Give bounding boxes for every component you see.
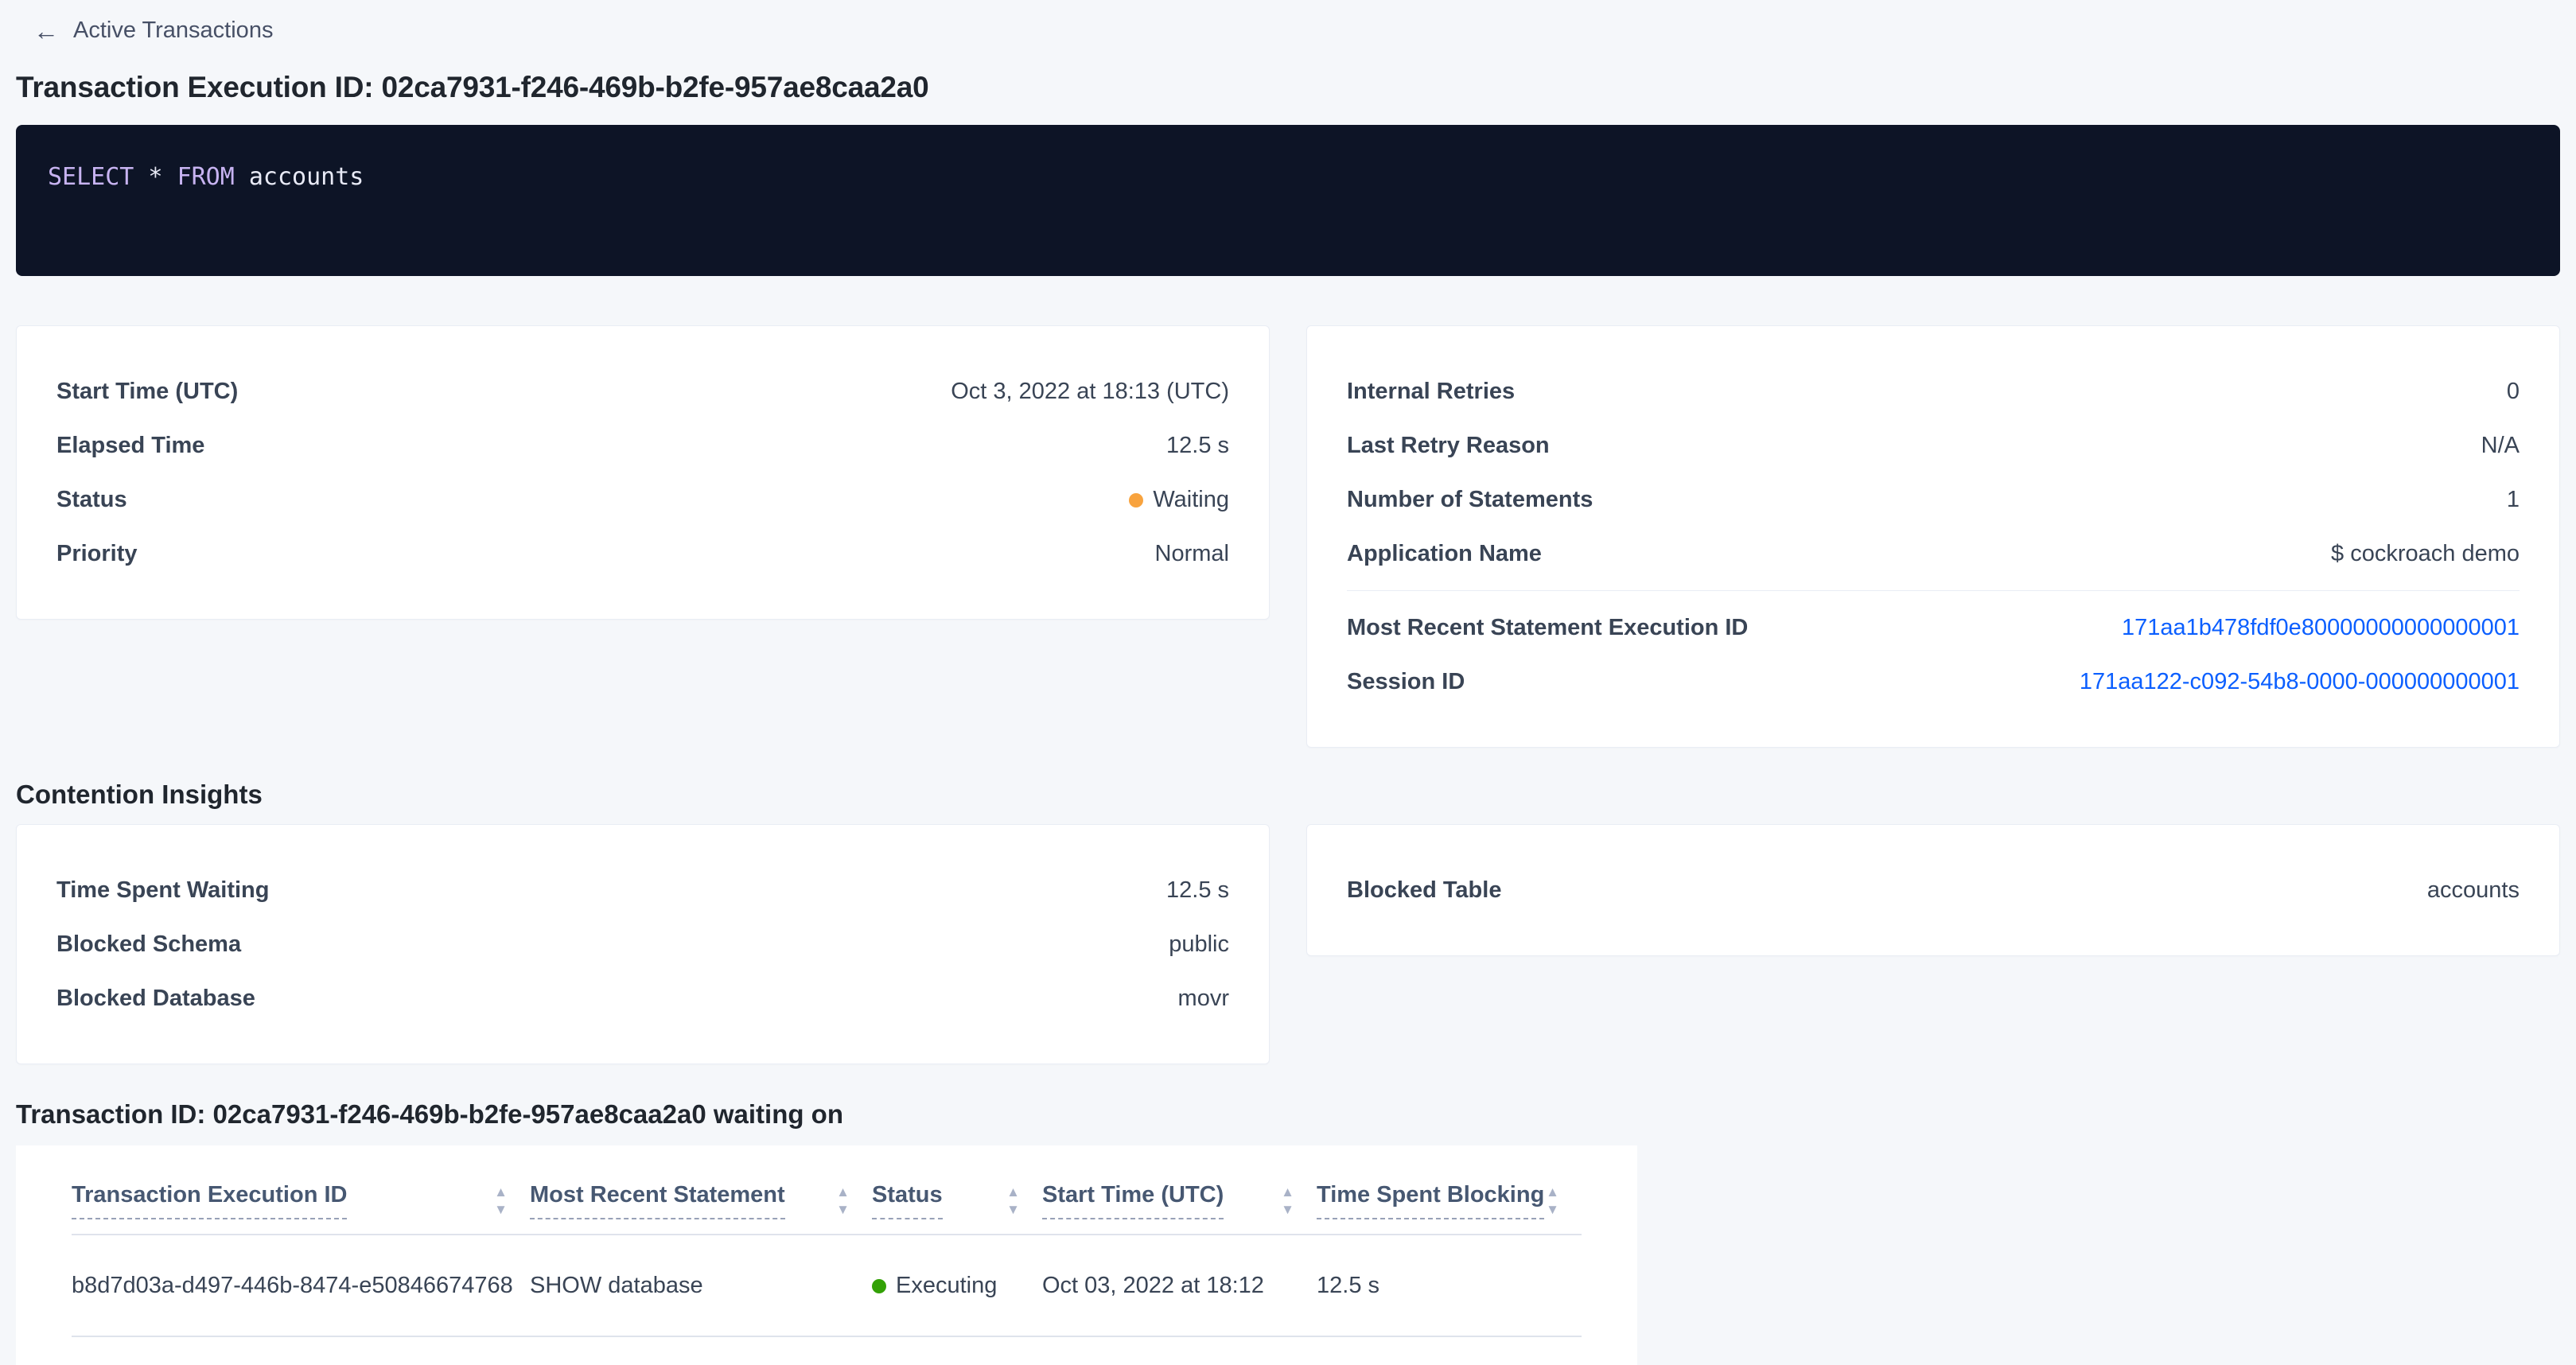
waiting-on-table: Transaction Execution ID ▲▼ Most Recent … [72,1145,1582,1337]
last-retry-reason-row: Last Retry Reason N/A [1347,418,2520,472]
blocked-database-row: Blocked Database movr [56,971,1229,1025]
sort-desc-icon: ▼ [836,1203,850,1216]
transaction-summary-card: Start Time (UTC) Oct 3, 2022 at 18:13 (U… [16,325,1270,620]
sql-table-name: accounts [235,163,364,191]
contention-insights-heading: Contention Insights [16,780,2560,810]
card-divider [1347,590,2520,591]
sort-asc-icon: ▲ [836,1185,850,1199]
internal-retries-label: Internal Retries [1347,379,1515,405]
cell-most-recent-statement: SHOW database [530,1235,872,1336]
elapsed-time-label: Elapsed Time [56,433,204,459]
column-label: Transaction Execution ID [72,1182,347,1219]
blocked-schema-value: public [1169,931,1229,958]
internal-retries-row: Internal Retries 0 [1347,364,2520,418]
internal-retries-value: 0 [2507,379,2520,405]
column-header-most-recent-statement[interactable]: Most Recent Statement ▲▼ [530,1145,872,1235]
sort-arrows[interactable]: ▲▼ [494,1185,508,1216]
column-header-transaction-execution-id[interactable]: Transaction Execution ID ▲▼ [72,1145,530,1235]
session-id-link[interactable]: 171aa122-c092-54b8-0000-000000000001 [2080,669,2520,695]
sql-star: * [134,163,177,191]
cell-transaction-execution-id: b8d7d03a-d497-446b-8474-e50846674768 [72,1235,530,1336]
breadcrumb-back-link[interactable]: ← Active Transactions [33,18,273,44]
row-status-text: Executing [896,1273,997,1298]
number-of-statements-value: 1 [2507,487,2520,513]
sql-statement-box: SELECT * FROM accounts [16,125,2560,276]
last-retry-reason-value: N/A [2481,433,2520,459]
column-header-time-spent-blocking[interactable]: Time Spent Blocking ▲▼ [1317,1145,1582,1235]
executing-status-dot-icon [872,1279,886,1293]
number-of-statements-label: Number of Statements [1347,487,1593,513]
priority-value: Normal [1155,541,1229,567]
sort-desc-icon: ▼ [1281,1203,1294,1216]
waiting-on-table-card: Transaction Execution ID ▲▼ Most Recent … [16,1145,1637,1365]
status-text: Waiting [1153,487,1229,512]
blocked-table-card: Blocked Table accounts [1306,824,2560,956]
blocked-table-value: accounts [2427,877,2520,904]
blocked-table-row: Blocked Table accounts [1347,863,2520,917]
statement-details-card: Internal Retries 0 Last Retry Reason N/A… [1306,325,2560,748]
sort-asc-icon: ▲ [494,1185,508,1199]
statement-execution-id-label: Most Recent Statement Execution ID [1347,615,1748,641]
sort-desc-icon: ▼ [1546,1203,1559,1216]
statement-execution-id-link[interactable]: 171aa1b478fdf0e80000000000000001 [2122,615,2520,641]
session-id-label: Session ID [1347,669,1465,695]
application-name-row: Application Name $ cockroach demo [1347,527,2520,581]
sort-arrows[interactable]: ▲▼ [836,1185,850,1216]
start-time-value: Oct 3, 2022 at 18:13 (UTC) [951,379,1229,405]
sort-desc-icon: ▼ [1006,1203,1020,1216]
active-transaction-details-page: ← Active Transactions Transaction Execut… [0,0,2576,1365]
sort-asc-icon: ▲ [1546,1185,1559,1199]
application-name-label: Application Name [1347,541,1542,567]
sql-keyword-from: FROM [177,163,235,191]
sort-arrows[interactable]: ▲▼ [1281,1185,1294,1216]
table-header-row: Transaction Execution ID ▲▼ Most Recent … [72,1145,1582,1235]
blocked-schema-row: Blocked Schema public [56,917,1229,971]
contention-waiting-card: Time Spent Waiting 12.5 s Blocked Schema… [16,824,1270,1064]
page-title: Transaction Execution ID: 02ca7931-f246-… [16,71,2560,104]
statement-execution-id-row: Most Recent Statement Execution ID 171aa… [1347,601,2520,655]
cell-time-spent-blocking: 12.5 s [1317,1235,1582,1336]
cell-status: Executing [872,1235,1042,1336]
waiting-status-dot-icon [1129,493,1143,508]
column-label: Status [872,1182,943,1219]
back-arrow-icon: ← [33,18,59,44]
priority-row: Priority Normal [56,527,1229,581]
number-of-statements-row: Number of Statements 1 [1347,472,2520,527]
cell-start-time: Oct 03, 2022 at 18:12 [1042,1235,1317,1336]
sort-asc-icon: ▲ [1006,1185,1020,1199]
last-retry-reason-label: Last Retry Reason [1347,433,1550,459]
sql-keyword-select: SELECT [48,163,134,191]
elapsed-time-value: 12.5 s [1166,433,1229,459]
waiting-on-heading: Transaction ID: 02ca7931-f246-469b-b2fe-… [16,1099,2560,1130]
contention-insights-grid: Time Spent Waiting 12.5 s Blocked Schema… [16,824,2560,1064]
column-label: Most Recent Statement [530,1182,785,1219]
time-spent-waiting-label: Time Spent Waiting [56,877,269,904]
status-label: Status [56,487,127,513]
sort-desc-icon: ▼ [494,1203,508,1216]
blocked-schema-label: Blocked Schema [56,931,241,958]
blocked-table-label: Blocked Table [1347,877,1501,904]
blocked-database-label: Blocked Database [56,986,255,1012]
sort-asc-icon: ▲ [1281,1185,1294,1199]
column-label: Time Spent Blocking [1317,1182,1544,1219]
sort-arrows[interactable]: ▲▼ [1546,1185,1559,1216]
start-time-row: Start Time (UTC) Oct 3, 2022 at 18:13 (U… [56,364,1229,418]
table-row: b8d7d03a-d497-446b-8474-e50846674768 SHO… [72,1235,1582,1336]
execution-details-grid: Start Time (UTC) Oct 3, 2022 at 18:13 (U… [16,325,2560,748]
priority-label: Priority [56,541,138,567]
session-id-row: Session ID 171aa122-c092-54b8-0000-00000… [1347,655,2520,709]
column-label: Start Time (UTC) [1042,1182,1224,1219]
time-spent-waiting-value: 12.5 s [1166,877,1229,904]
sort-arrows[interactable]: ▲▼ [1006,1185,1020,1216]
breadcrumb-label: Active Transactions [73,18,273,44]
time-spent-waiting-row: Time Spent Waiting 12.5 s [56,863,1229,917]
blocked-database-value: movr [1178,986,1229,1012]
application-name-value: $ cockroach demo [2331,541,2520,567]
elapsed-time-row: Elapsed Time 12.5 s [56,418,1229,472]
status-row: Status Waiting [56,472,1229,527]
status-value: Waiting [1129,487,1229,513]
start-time-label: Start Time (UTC) [56,379,238,405]
column-header-start-time[interactable]: Start Time (UTC) ▲▼ [1042,1145,1317,1235]
column-header-status[interactable]: Status ▲▼ [872,1145,1042,1235]
